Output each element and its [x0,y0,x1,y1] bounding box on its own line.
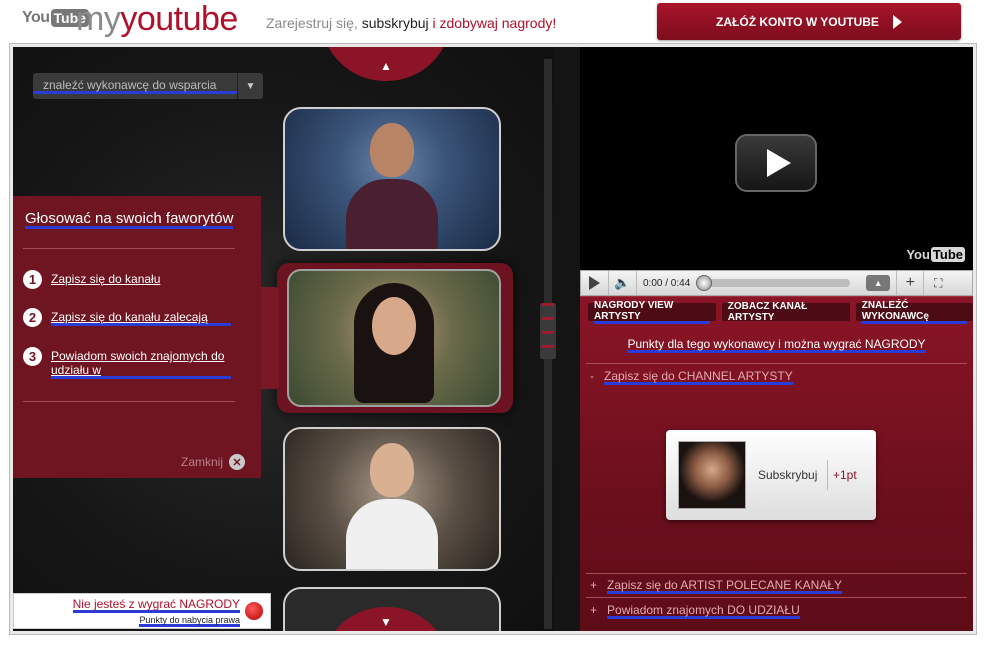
artist-avatar [678,441,746,509]
watermark-tube: Tube [930,247,965,262]
big-play-button[interactable] [735,134,817,192]
youtube-watermark[interactable]: You Tube [906,247,965,262]
artist-thumbnail-selected[interactable] [287,269,501,407]
section-label: Powiadom znajomych DO UDZIAŁU [607,603,800,617]
volume-icon[interactable]: 🔈 [609,271,637,295]
player-controls: 🔈 0:00 / 0:44 ▲ + ⛶ [580,270,973,296]
scrollbar-handle[interactable] [540,303,556,359]
play-arrow-icon [892,14,902,29]
step-link[interactable]: Zapisz się do kanału zalecają [51,310,231,326]
tab-artist-rewards[interactable]: NAGRODY VIEW ARTYSTY [588,300,716,322]
expand-icon: + [590,603,598,617]
vote-panel-title: Głosować na swoich faworytów [25,210,234,227]
vote-panel-connector [261,287,279,389]
find-artist-dropdown[interactable]: znaleźć wykonawcę do wsparcia ▼ [33,73,263,99]
section-recommended-channels[interactable]: + Zapisz się do ARTIST POLECANE KANAŁY [590,578,842,592]
points-badge: +1pt [833,468,857,482]
logo-you-text: You [22,9,50,26]
vote-panel: Głosować na swoich faworytów 1 Zapisz si… [13,196,261,478]
carousel-up-button[interactable]: ▲ [321,47,451,81]
tagline-part1: Zarejestruj się, [266,15,362,31]
step-number: 3 [23,347,42,366]
play-icon [589,276,600,290]
status-dot-icon [245,602,263,620]
add-icon[interactable]: + [896,271,925,295]
create-account-label: ZAŁÓŻ KONTO W YOUTUBE [716,14,879,29]
divider [827,460,828,490]
close-label: Zamknij [181,455,224,469]
artist-browser: ▲ ▼ znaleźć wykonawcę do wsparcia ▼ Głos… [13,47,553,631]
artist-rewards-panel: NAGRODY VIEW ARTYSTY ZOBACZ KANAŁ ARTYST… [580,296,973,631]
expand-icon[interactable]: ▲ [866,275,891,291]
tagline-part3: i zdobywaj nagrody! [428,15,557,31]
section-label: Zapisz się do CHANNEL ARTYSTY [604,369,793,383]
artist-thumbnail[interactable] [283,107,501,251]
find-artist-label: znaleźć wykonawcę do wsparcia [33,78,237,94]
divider [586,573,967,574]
fullscreen-icon[interactable]: ⛶ [924,271,952,295]
divider [586,597,967,598]
rewards-tabs: NAGRODY VIEW ARTYSTY ZOBACZ KANAŁ ARTYST… [588,300,973,323]
progress-bar[interactable] [696,275,851,291]
tab-find-artist[interactable]: ZNALEŹĆ WYKONAWCę [855,300,973,322]
expand-icon: + [590,578,598,592]
step-number: 2 [23,308,42,327]
brand-youtube: youtube [120,0,238,38]
artist-thumbnail[interactable] [283,427,501,571]
divider [586,363,967,364]
watermark-you: You [906,247,930,262]
subscribe-label[interactable]: Subskrybuj [758,468,817,482]
vote-step-2[interactable]: 2 Zapisz się do kanału zalecają [23,308,231,327]
prize-status-text[interactable]: Nie jesteś z wygrać NAGRODY [73,597,240,613]
step-link[interactable]: Powiadom swoich znajomych do udziału w [51,349,231,379]
close-vote-panel-button[interactable]: Zamknij ✕ [181,454,246,470]
step-number: 1 [23,270,42,289]
video-player[interactable]: You Tube [580,47,973,273]
dropdown-arrow-icon[interactable]: ▼ [237,73,263,99]
step-link[interactable]: Zapisz się do kanału [51,272,231,286]
prize-points-text: Punkty do nabycia prawa [139,615,240,625]
rewards-headline: Punkty dla tego wykonawcy i można wygrać… [627,337,926,351]
play-icon [766,149,791,177]
section-notify-friends[interactable]: + Powiadom znajomych DO UDZIAŁU [590,603,800,617]
collapse-icon: - [590,369,594,383]
down-arrow-icon: ▼ [380,615,392,629]
play-button[interactable] [581,271,609,295]
divider [23,248,235,249]
section-subscribe-channel[interactable]: - Zapisz się do CHANNEL ARTYSTY [590,369,793,383]
myyoutube-brand[interactable]: myyoutube [76,0,238,39]
brand-my: my [76,0,121,38]
tab-artist-channel[interactable]: ZOBACZ KANAŁ ARTYSTY [721,301,850,323]
prize-status-box: Nie jesteś z wygrać NAGRODY Punkty do na… [13,593,271,629]
vote-step-3[interactable]: 3 Powiadom swoich znajomych do udziału w [23,347,231,379]
close-icon: ✕ [229,454,246,470]
subscribe-card[interactable]: Subskrybuj +1pt [666,430,876,520]
divider [23,401,235,402]
section-label: Zapisz się do ARTIST POLECANE KANAŁY [607,578,842,592]
tagline: Zarejestruj się, subskrybuj i zdobywaj n… [266,15,556,31]
create-account-button[interactable]: ZAŁÓŻ KONTO W YOUTUBE [657,3,961,40]
vote-step-1[interactable]: 1 Zapisz się do kanału [23,270,231,289]
progress-handle[interactable] [696,275,713,291]
tagline-part2: subskrybuj [361,15,429,31]
time-display: 0:00 / 0:44 [643,277,691,289]
up-arrow-icon: ▲ [380,59,392,73]
main-panel: ▲ ▼ znaleźć wykonawcę do wsparcia ▼ Głos… [10,44,976,634]
site-header: You Tube myyoutube Zarejestruj się, subs… [0,0,994,44]
